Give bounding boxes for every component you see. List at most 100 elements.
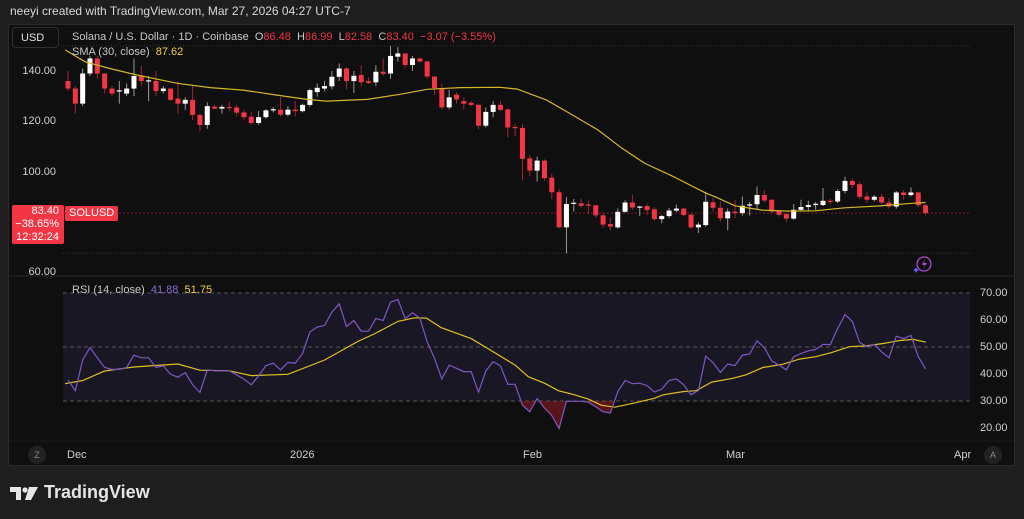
currency-button[interactable]: USD: [12, 27, 59, 48]
candle-body: [754, 194, 760, 205]
candle-body: [541, 160, 547, 179]
lightning-icon[interactable]: [913, 256, 932, 273]
candle-body: [380, 71, 386, 74]
candle-body: [234, 107, 240, 113]
candle-body: [212, 106, 218, 109]
change-percent: −38.65%: [15, 218, 59, 230]
rsi-tick: 30.00: [980, 395, 1008, 407]
chart-canvas[interactable]: [0, 0, 1024, 519]
candle-body: [805, 205, 811, 208]
candle-body: [783, 214, 789, 219]
candle-body: [292, 109, 298, 112]
price-tick: 140.00: [22, 65, 56, 77]
candle-body: [351, 75, 357, 82]
rsi-tick: 50.00: [980, 341, 1008, 353]
candle-body: [248, 116, 254, 123]
change-value: −3.07 (−3.55%): [420, 31, 496, 43]
candle-body: [842, 180, 848, 191]
symbol-description: Solana / U.S. Dollar · 1D · Coinbase: [72, 31, 249, 43]
rsi-label: RSI (14, close): [72, 284, 145, 296]
candle-body: [453, 94, 459, 100]
candle-body: [563, 204, 569, 228]
candle-body: [505, 109, 511, 128]
candle-body: [622, 202, 628, 212]
candle-body: [659, 216, 665, 220]
candle-body: [314, 87, 320, 93]
candle-body: [475, 104, 481, 126]
last-price-label: 83.40 −38.65% 12:32:24: [12, 205, 64, 244]
candle-body: [366, 81, 372, 84]
candle-body: [329, 76, 335, 87]
candle-body: [593, 205, 599, 216]
sma-label: SMA (30, close): [72, 46, 150, 58]
candle-body: [424, 61, 430, 77]
auto-scale-button[interactable]: A: [984, 446, 1002, 464]
candle-body: [637, 206, 643, 208]
candle-body: [747, 204, 753, 206]
candle-body: [358, 75, 364, 83]
rsi-value: 41.88: [150, 284, 179, 296]
candle-body: [578, 203, 584, 206]
candle-body: [615, 211, 621, 228]
candle-body: [197, 114, 203, 125]
candle-body: [241, 112, 247, 118]
candle-body: [432, 76, 437, 89]
candle-body: [483, 111, 489, 126]
candle-body: [761, 194, 767, 201]
candle-body: [703, 201, 709, 226]
sma-legend[interactable]: SMA (30, close) 87.62: [72, 46, 183, 58]
candle-body: [600, 215, 606, 225]
rsi-ma-value: 51.75: [184, 284, 213, 296]
zoom-reset-button[interactable]: Z: [28, 446, 46, 464]
candle-body: [417, 58, 423, 62]
candle-body: [857, 184, 863, 197]
candle-body: [571, 202, 577, 204]
candle-body: [827, 200, 833, 202]
candle-body: [388, 55, 394, 74]
candle-body: [270, 109, 276, 111]
candle-body: [556, 192, 562, 228]
candle-body: [849, 180, 855, 185]
candle-body: [116, 90, 122, 92]
price-tick: 120.00: [22, 115, 56, 127]
candle-body: [908, 192, 914, 195]
tradingview-logo[interactable]: TradingView: [10, 482, 150, 503]
sma-line: [64, 49, 926, 212]
candle-body: [864, 196, 870, 200]
candle-body: [72, 88, 78, 104]
candle-body: [732, 211, 738, 214]
candle-body: [190, 99, 196, 115]
candle-body: [175, 98, 181, 104]
high-value: 86.99: [304, 31, 333, 43]
candle-body: [923, 205, 929, 214]
candle-body: [695, 224, 701, 228]
candle-body: [124, 88, 130, 94]
candle-body: [798, 207, 804, 210]
rsi-tick: 60.00: [980, 314, 1008, 326]
rsi-tick: 20.00: [980, 422, 1008, 434]
candle-body: [344, 68, 350, 82]
candle-body: [490, 104, 496, 112]
candle-body: [307, 90, 313, 105]
rsi-tick: 70.00: [980, 287, 1008, 299]
candle-body: [65, 81, 71, 89]
candle-body: [131, 76, 137, 89]
candle-body: [512, 126, 518, 129]
candle-body: [146, 80, 152, 82]
price-tick: 60.00: [28, 266, 56, 278]
candle-body: [102, 73, 108, 89]
rsi-legend[interactable]: RSI (14, close) 41.88 51.75: [72, 284, 212, 296]
candle-body: [607, 224, 613, 227]
price-tick: 100.00: [22, 166, 56, 178]
candle-body: [666, 210, 672, 217]
candle-body: [468, 102, 474, 105]
candle-body: [256, 117, 262, 123]
sma-value: 87.62: [155, 46, 184, 58]
candle-body: [820, 200, 826, 206]
candle-body: [461, 101, 467, 104]
candle-body: [710, 202, 716, 208]
candle-body: [871, 196, 877, 200]
candle-body: [226, 106, 232, 109]
candle-body: [109, 88, 115, 94]
time-tick: 2026: [290, 449, 315, 461]
